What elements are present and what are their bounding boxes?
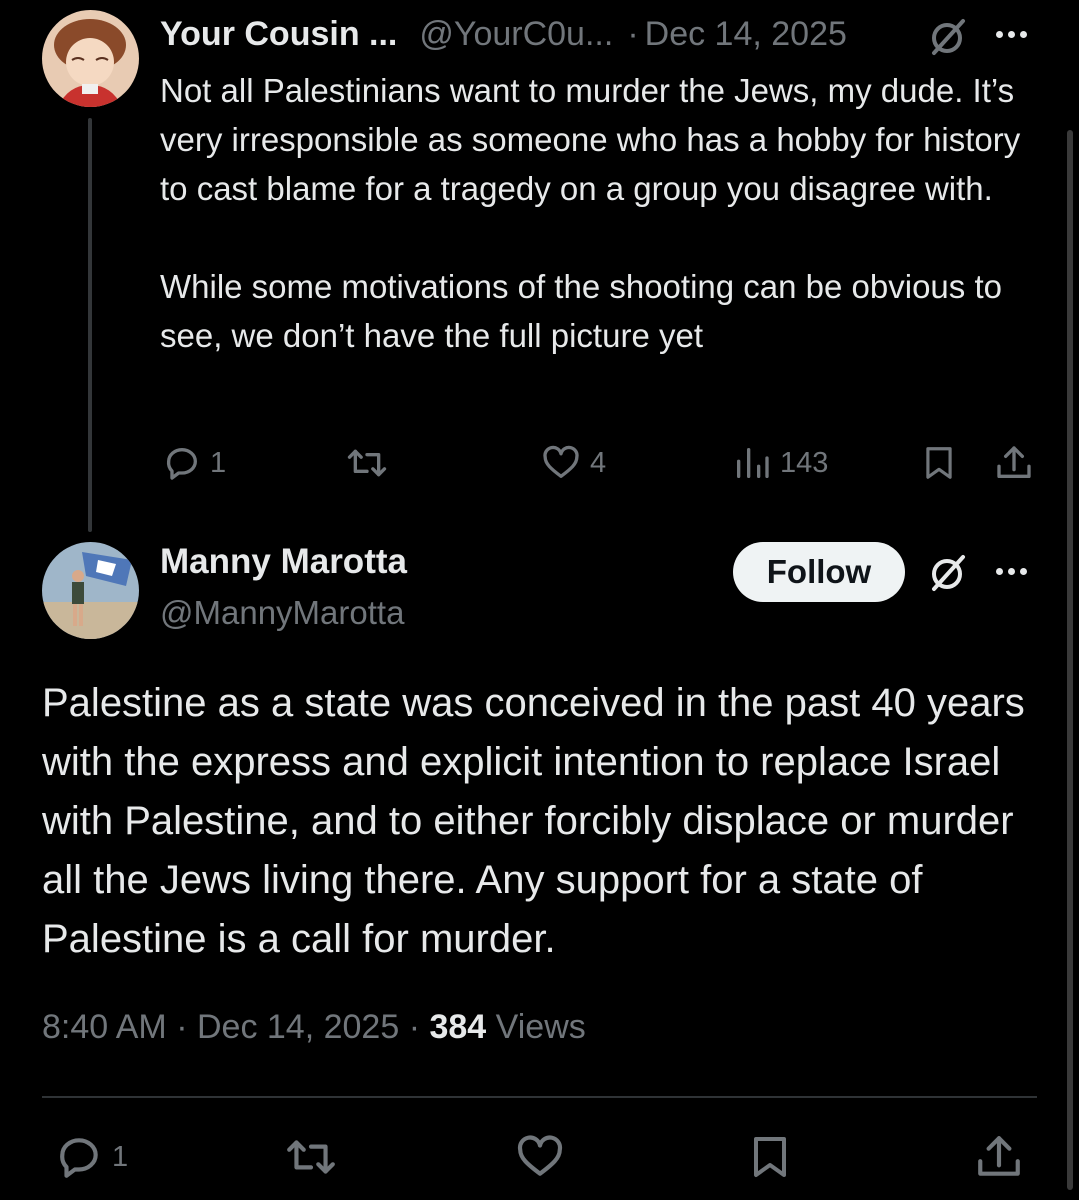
header-separator: · bbox=[627, 14, 639, 53]
share-button[interactable] bbox=[974, 1132, 1024, 1182]
main-tweet-text: Palestine as a state was conceived in th… bbox=[42, 681, 1025, 961]
meta-separator: · bbox=[176, 1008, 188, 1046]
more-icon[interactable] bbox=[996, 31, 1027, 38]
like-count: 4 bbox=[590, 446, 607, 479]
main-author-name[interactable]: Manny Marotta bbox=[160, 542, 407, 582]
tweet-date[interactable]: Dec 14, 2025 bbox=[197, 1008, 399, 1046]
reply-paragraph-1: Not all Palestinians want to murder the … bbox=[160, 72, 1021, 207]
follow-button[interactable]: Follow bbox=[733, 542, 905, 602]
reply-author-handle[interactable]: @YourC0u... bbox=[419, 15, 613, 54]
bookmark-button[interactable] bbox=[746, 1132, 794, 1182]
divider bbox=[42, 1096, 1037, 1098]
reply-button[interactable]: 1 bbox=[54, 1132, 128, 1182]
views-button[interactable]: 143 bbox=[732, 443, 828, 483]
share-icon bbox=[994, 443, 1034, 483]
reply-count: 1 bbox=[112, 1140, 129, 1173]
bookmark-icon bbox=[746, 1132, 794, 1182]
avatar-your-cousin[interactable] bbox=[42, 10, 139, 107]
reply-author-name[interactable]: Your Cousin ... bbox=[160, 15, 397, 54]
repost-icon bbox=[345, 443, 389, 483]
thread-connector-line bbox=[88, 118, 92, 532]
bookmark-button[interactable] bbox=[920, 443, 958, 483]
scrollbar[interactable] bbox=[1067, 130, 1073, 1190]
tweet-time[interactable]: 8:40 AM bbox=[42, 1008, 167, 1046]
tweet-meta: 8:40 AM · Dec 14, 2025 · 384 Views bbox=[42, 1008, 586, 1047]
reply-count: 1 bbox=[210, 446, 227, 479]
repost-button[interactable] bbox=[345, 443, 397, 483]
reply-icon bbox=[162, 443, 202, 483]
avatar-manny-marotta[interactable] bbox=[42, 542, 139, 639]
repost-button[interactable] bbox=[284, 1132, 338, 1182]
reply-date[interactable]: Dec 14, 2025 bbox=[645, 15, 847, 54]
views-count: 384 bbox=[429, 1008, 487, 1046]
like-icon bbox=[514, 1132, 566, 1182]
like-icon bbox=[540, 443, 582, 483]
share-button[interactable] bbox=[994, 443, 1034, 483]
views-label: Views bbox=[495, 1008, 586, 1046]
reply-icon bbox=[54, 1132, 104, 1182]
grok-icon[interactable] bbox=[928, 553, 968, 593]
view-count: 143 bbox=[780, 446, 829, 479]
reply-paragraph-2: While some motivations of the shooting c… bbox=[160, 268, 1002, 354]
bookmark-icon bbox=[920, 443, 958, 483]
views-icon bbox=[732, 443, 772, 483]
grok-icon[interactable] bbox=[928, 17, 968, 57]
reply-button[interactable]: 1 bbox=[162, 443, 226, 483]
main-author-handle[interactable]: @MannyMarotta bbox=[160, 594, 404, 632]
reply-tweet-header: Your Cousin ... @YourC0u... · Dec 14, 20… bbox=[160, 12, 847, 56]
repost-icon bbox=[284, 1132, 338, 1182]
more-icon[interactable] bbox=[996, 568, 1027, 575]
reply-tweet-text: Not all Palestinians want to murder the … bbox=[160, 66, 1030, 360]
share-icon bbox=[974, 1132, 1024, 1182]
like-button[interactable]: 4 bbox=[540, 443, 606, 483]
like-button[interactable] bbox=[514, 1132, 566, 1182]
meta-separator: · bbox=[408, 1008, 421, 1046]
